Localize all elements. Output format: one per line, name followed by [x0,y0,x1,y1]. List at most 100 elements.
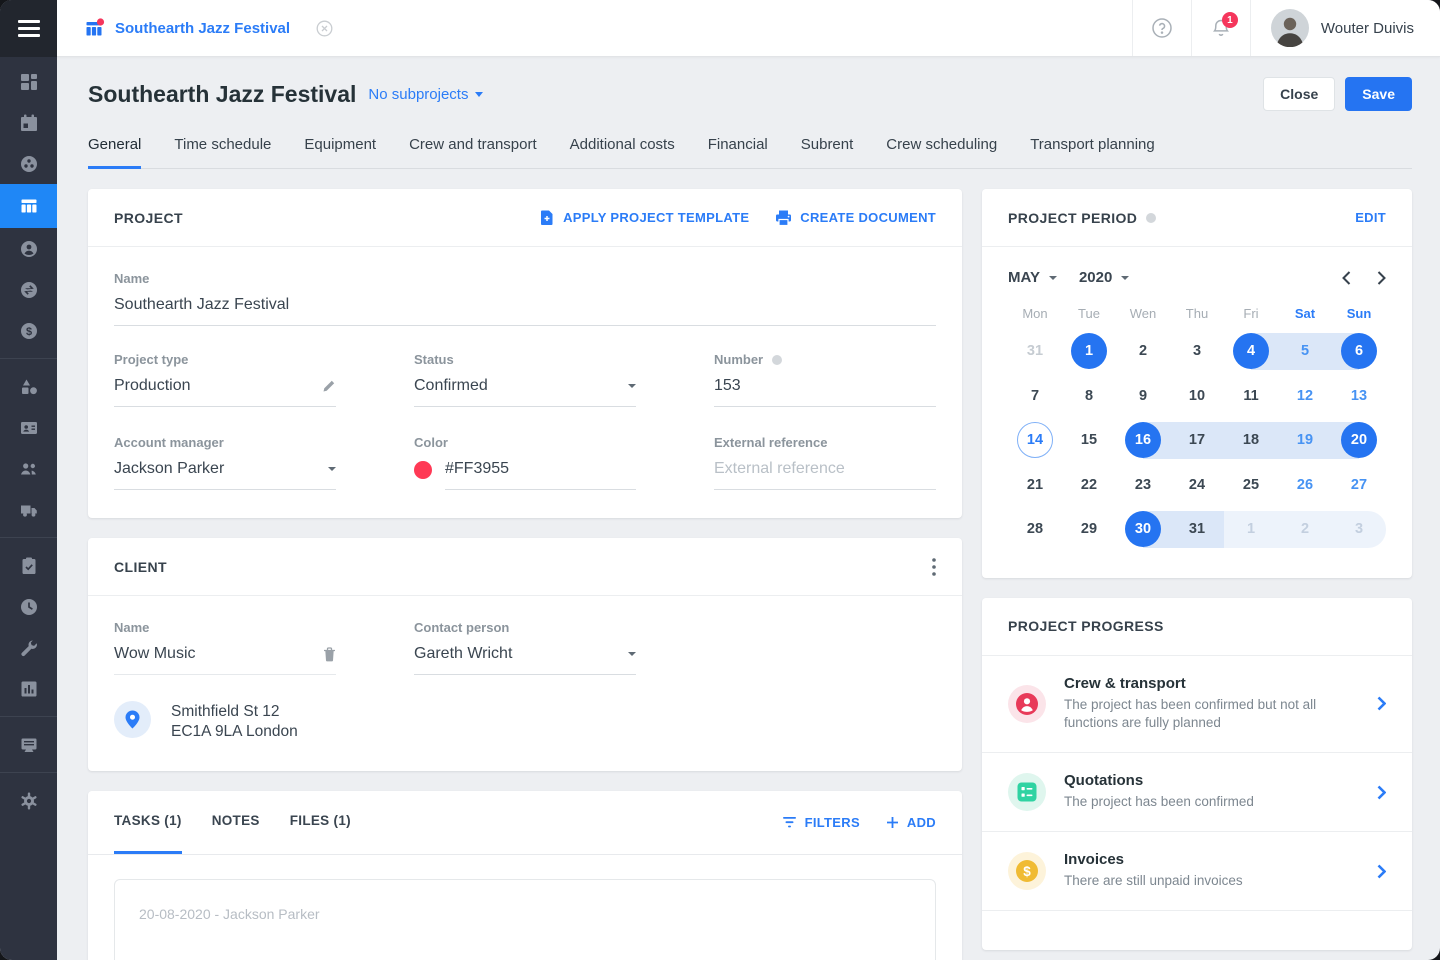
sidebar-item-time[interactable] [0,586,57,627]
color-input[interactable]: #FF3955 [445,459,636,490]
sidebar-item-transfers[interactable] [0,269,57,310]
edit-period-button[interactable]: EDIT [1355,210,1386,225]
calendar-day[interactable]: 23 [1116,463,1170,508]
tab-equipment[interactable]: Equipment [304,136,376,169]
info-dot-icon[interactable] [1146,213,1156,223]
next-month-button[interactable] [1377,271,1386,285]
tab-additional-costs[interactable]: Additional costs [570,136,675,169]
sidebar-item-transport[interactable] [0,489,57,530]
calendar-day[interactable]: 10 [1170,374,1224,419]
close-button[interactable]: Close [1263,77,1335,111]
tab-crew-and-transport[interactable]: Crew and transport [409,136,537,169]
filters-button[interactable]: FILTERS [782,815,860,830]
sidebar-item-account[interactable] [0,228,57,269]
sidebar-item-crew[interactable] [0,448,57,489]
calendar-day[interactable]: 13 [1332,374,1386,419]
notifications-button[interactable]: 1 [1191,0,1250,56]
month-select[interactable]: MAY [1008,269,1057,286]
location-pin-icon[interactable] [114,701,151,738]
calendar-day[interactable]: 7 [1008,374,1062,419]
sidebar-item-equipment[interactable] [0,366,57,407]
sidebar-item-financial[interactable]: $ [0,310,57,351]
help-button[interactable] [1132,0,1191,56]
pencil-icon[interactable] [322,379,336,393]
color-swatch[interactable] [414,461,432,479]
progress-item-crew-transport[interactable]: Crew & transport The project has been co… [982,656,1412,753]
calendar-day[interactable]: 12 [1278,374,1332,419]
sidebar-item-reports[interactable] [0,668,57,709]
kebab-menu-icon[interactable] [932,558,936,576]
tasks-tab-notes[interactable]: NOTES [212,791,260,854]
calendar-day[interactable]: 11 [1224,374,1278,419]
account-manager-select[interactable]: Jackson Parker [114,459,336,490]
create-document-button[interactable]: CREATE DOCUMENT [775,209,936,226]
calendar-day[interactable]: 1 [1224,507,1278,552]
user-menu[interactable]: Wouter Duivis [1250,0,1440,56]
sidebar-item-settings[interactable] [0,780,57,821]
calendar-day[interactable]: 16 [1116,418,1170,463]
calendar-day[interactable]: 3 [1332,507,1386,552]
contact-person-select[interactable]: Gareth Wricht [414,644,636,675]
subprojects-dropdown[interactable]: No subprojects [368,86,483,103]
project-type-input[interactable]: Production [114,376,336,407]
calendar-day[interactable]: 31 [1008,329,1062,374]
calendar-day[interactable]: 4 [1224,329,1278,374]
sidebar-item-dashboard[interactable] [0,61,57,102]
save-button[interactable]: Save [1345,77,1412,111]
sidebar-item-tasks[interactable] [0,545,57,586]
calendar-day[interactable]: 5 [1278,329,1332,374]
calendar-day[interactable]: 18 [1224,418,1278,463]
client-name-input[interactable]: Wow Music [114,644,336,675]
add-button[interactable]: ADD [886,815,936,830]
project-name-input[interactable]: Southearth Jazz Festival [114,295,936,326]
calendar-day[interactable]: 2 [1278,507,1332,552]
tab-time-schedule[interactable]: Time schedule [174,136,271,169]
apply-project-template-button[interactable]: APPLY PROJECT TEMPLATE [539,209,749,226]
number-input[interactable]: 153 [714,376,936,407]
close-tab-icon[interactable] [316,20,333,37]
calendar-day[interactable]: 26 [1278,463,1332,508]
sidebar-item-calendar[interactable] [0,102,57,143]
sidebar-item-projects[interactable] [0,184,57,228]
external-reference-input[interactable] [714,460,936,478]
tasks-tab-files[interactable]: FILES (1) [290,791,351,854]
tab-financial[interactable]: Financial [708,136,768,169]
calendar-day[interactable]: 22 [1062,463,1116,508]
info-dot-icon[interactable] [772,355,782,365]
sidebar-item-subscriptions[interactable] [0,724,57,765]
calendar-day[interactable]: 30 [1116,507,1170,552]
calendar-day[interactable]: 8 [1062,374,1116,419]
tab-transport-planning[interactable]: Transport planning [1030,136,1155,169]
calendar-day[interactable]: 1 [1062,329,1116,374]
progress-item-quotations[interactable]: Quotations The project has been confirme… [982,752,1412,831]
status-select[interactable]: Confirmed [414,376,636,407]
calendar-day[interactable]: 27 [1332,463,1386,508]
sidebar-item-people-planner[interactable] [0,143,57,184]
tasks-tab-tasks[interactable]: TASKS (1) [114,791,182,854]
calendar-day[interactable]: 2 [1116,329,1170,374]
trash-icon[interactable] [323,647,336,662]
project-tab[interactable]: Southearth Jazz Festival [57,0,357,56]
calendar-day[interactable]: 24 [1170,463,1224,508]
calendar-day[interactable]: 15 [1062,418,1116,463]
hamburger-menu-button[interactable] [0,0,57,57]
calendar-day[interactable]: 14 [1008,418,1062,463]
calendar-day[interactable]: 17 [1170,418,1224,463]
calendar-day[interactable]: 31 [1170,507,1224,552]
calendar-day[interactable]: 19 [1278,418,1332,463]
progress-item-invoices[interactable]: $ Invoices There are still unpaid invoic… [982,831,1412,910]
tab-subrent[interactable]: Subrent [801,136,854,169]
calendar-day[interactable]: 9 [1116,374,1170,419]
year-select[interactable]: 2020 [1079,269,1129,286]
calendar-day[interactable]: 29 [1062,507,1116,552]
calendar-day[interactable]: 3 [1170,329,1224,374]
prev-month-button[interactable] [1342,271,1351,285]
task-item[interactable]: 20-08-2020 - Jackson Parker [114,879,936,960]
calendar-day[interactable]: 21 [1008,463,1062,508]
tab-general[interactable]: General [88,136,141,169]
tab-crew-scheduling[interactable]: Crew scheduling [886,136,997,169]
calendar-day[interactable]: 20 [1332,418,1386,463]
calendar-day[interactable]: 25 [1224,463,1278,508]
calendar-day[interactable]: 28 [1008,507,1062,552]
calendar-day[interactable]: 6 [1332,329,1386,374]
